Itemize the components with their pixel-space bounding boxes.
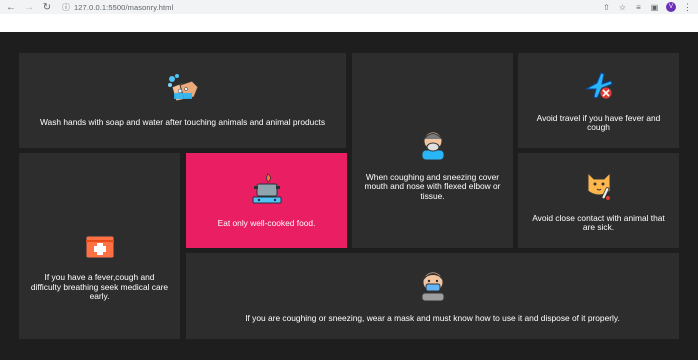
- card-text: Avoid close contact with animal that are…: [532, 212, 665, 232]
- forward-icon[interactable]: →: [22, 0, 36, 14]
- browser-toolbar: ← → ↻ ⓘ 127.0.0.1:5500/masonry.html ⇧ ☆ …: [0, 0, 698, 14]
- card-text: Wash hands with soap and water after tou…: [39, 117, 326, 128]
- card-cough-cover: When coughing and sneezing cover mouth a…: [352, 53, 513, 248]
- bookmark-star-icon[interactable]: ☆: [618, 3, 627, 12]
- card-avoid-travel: Avoid travel if you have fever and cough: [518, 53, 679, 148]
- card-text: If you are coughing or sneezing, wear a …: [245, 312, 620, 323]
- url-text[interactable]: 127.0.0.1:5500/masonry.html: [74, 3, 173, 12]
- cooking-pot-icon: [251, 172, 283, 211]
- reading-list-icon[interactable]: ≡: [634, 3, 643, 12]
- masonry-grid: Wash hands with soap and water after tou…: [0, 32, 698, 360]
- menu-dots-icon[interactable]: ⋮: [683, 2, 692, 13]
- no-travel-icon: [583, 69, 615, 106]
- card-sick-animal: Avoid close contact with animal that are…: [518, 153, 679, 248]
- card-text: Avoid travel if you have fever and cough: [536, 112, 661, 132]
- hand-washing-icon: [166, 73, 200, 110]
- reload-icon[interactable]: ↻: [40, 0, 54, 14]
- card-mask: If you are coughing or sneezing, wear a …: [186, 253, 679, 339]
- card-cooked-food: Eat only well-cooked food.: [186, 153, 347, 248]
- share-icon[interactable]: ⇧: [602, 3, 611, 12]
- masked-person-icon: [419, 269, 447, 306]
- sidebar-icon[interactable]: ▣: [650, 3, 659, 12]
- card-wash-hands: Wash hands with soap and water after tou…: [19, 53, 346, 148]
- avatar[interactable]: V: [666, 2, 676, 12]
- coughing-person-icon: [418, 128, 448, 165]
- card-fever: If you have a fever,cough and difficulty…: [19, 153, 180, 339]
- address-bar[interactable]: ⓘ 127.0.0.1:5500/masonry.html: [62, 1, 173, 13]
- card-text: If you have a fever,cough and difficulty…: [30, 272, 169, 302]
- back-icon[interactable]: ←: [4, 0, 18, 14]
- site-info-icon[interactable]: ⓘ: [62, 2, 70, 13]
- page-header-strip: [0, 14, 698, 32]
- card-text: When coughing and sneezing cover mouth a…: [364, 171, 501, 201]
- medical-kit-icon: [84, 230, 116, 265]
- sick-cat-icon: [584, 169, 614, 206]
- card-text: Eat only well-cooked food.: [217, 218, 316, 229]
